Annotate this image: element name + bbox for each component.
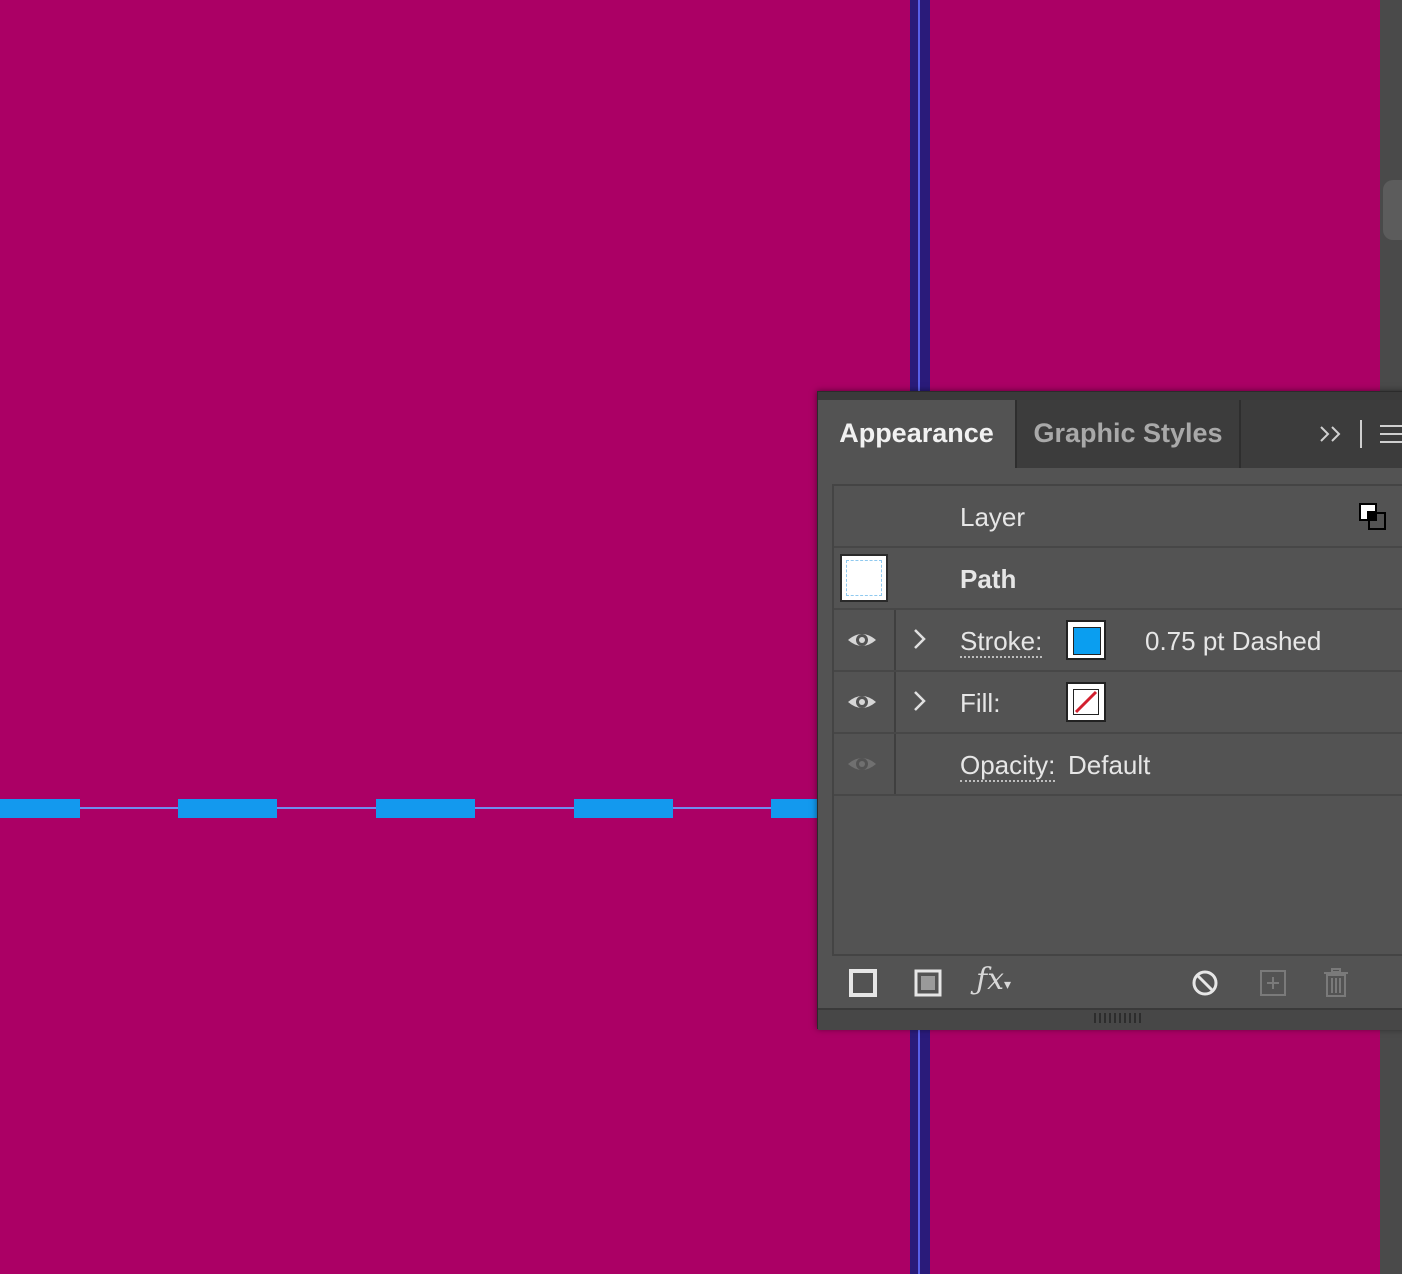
panel-drag-bar[interactable] [818, 392, 1402, 400]
stroke-label[interactable]: Stroke: [960, 610, 1043, 670]
eye-icon[interactable] [846, 690, 878, 714]
double-chevron-right-icon[interactable] [1318, 422, 1344, 446]
layer-label: Layer [960, 502, 1026, 532]
stroke-value[interactable]: 0.75 pt Dashed [1145, 610, 1321, 670]
row-stroke[interactable]: Stroke: 0.75 pt Dashed [834, 610, 1402, 672]
opacity-label[interactable]: Opacity: [960, 734, 1056, 794]
stroke-label-text[interactable]: Stroke: [960, 626, 1043, 658]
fill-none-swatch[interactable] [1066, 682, 1106, 722]
chevron-right-icon[interactable] [910, 624, 930, 654]
fx-icon[interactable]: ƒx▾ [976, 962, 1016, 997]
column-divider [894, 610, 896, 670]
tab-appearance[interactable]: Appearance [818, 400, 1015, 468]
none-slash-icon [1073, 689, 1099, 715]
panel-resize-handle[interactable] [818, 1008, 1402, 1030]
panel-tabbar: Appearance Graphic Styles [818, 400, 1402, 468]
opacity-value: Default [1068, 750, 1151, 780]
delete-item-icon[interactable] [1321, 968, 1351, 998]
scrollbar-thumb[interactable] [1383, 180, 1402, 240]
fill-label: Fill: [960, 688, 1001, 718]
appearance-panel: Appearance Graphic Styles Layer Path Str… [817, 391, 1402, 1030]
tabbar-divider [1360, 420, 1362, 448]
row-layer[interactable]: Layer [834, 486, 1402, 548]
column-divider [894, 672, 896, 732]
chevron-right-icon[interactable] [910, 686, 930, 716]
path-thumbnail [840, 554, 888, 602]
hamburger-menu-icon[interactable] [1378, 422, 1402, 446]
add-new-stroke-icon[interactable] [848, 968, 878, 998]
stroke-color-swatch[interactable] [1066, 620, 1106, 660]
eye-icon[interactable] [846, 628, 878, 652]
row-opacity[interactable]: Opacity: Default [834, 734, 1402, 796]
add-new-fill-icon[interactable] [913, 968, 943, 998]
column-divider [894, 734, 896, 794]
dashed-path[interactable] [0, 799, 820, 819]
resize-grip[interactable] [1094, 1013, 1142, 1023]
duplicate-item-icon[interactable] [1258, 968, 1288, 998]
layer-target-icon[interactable] [1358, 502, 1388, 532]
opacity-label-text[interactable]: Opacity: [960, 750, 1056, 782]
eye-icon[interactable] [846, 752, 878, 776]
tab-graphic-styles[interactable]: Graphic Styles [1017, 400, 1239, 468]
row-path[interactable]: Path [834, 548, 1402, 610]
row-fill[interactable]: Fill: [834, 672, 1402, 734]
clear-appearance-icon[interactable] [1190, 968, 1220, 998]
appearance-list: Layer Path Stroke: 0.75 pt Dashed Fill: … [832, 484, 1402, 956]
tab-divider [1239, 400, 1241, 468]
path-label: Path [960, 564, 1017, 594]
panel-footer: ƒx▾ [818, 956, 1402, 1008]
